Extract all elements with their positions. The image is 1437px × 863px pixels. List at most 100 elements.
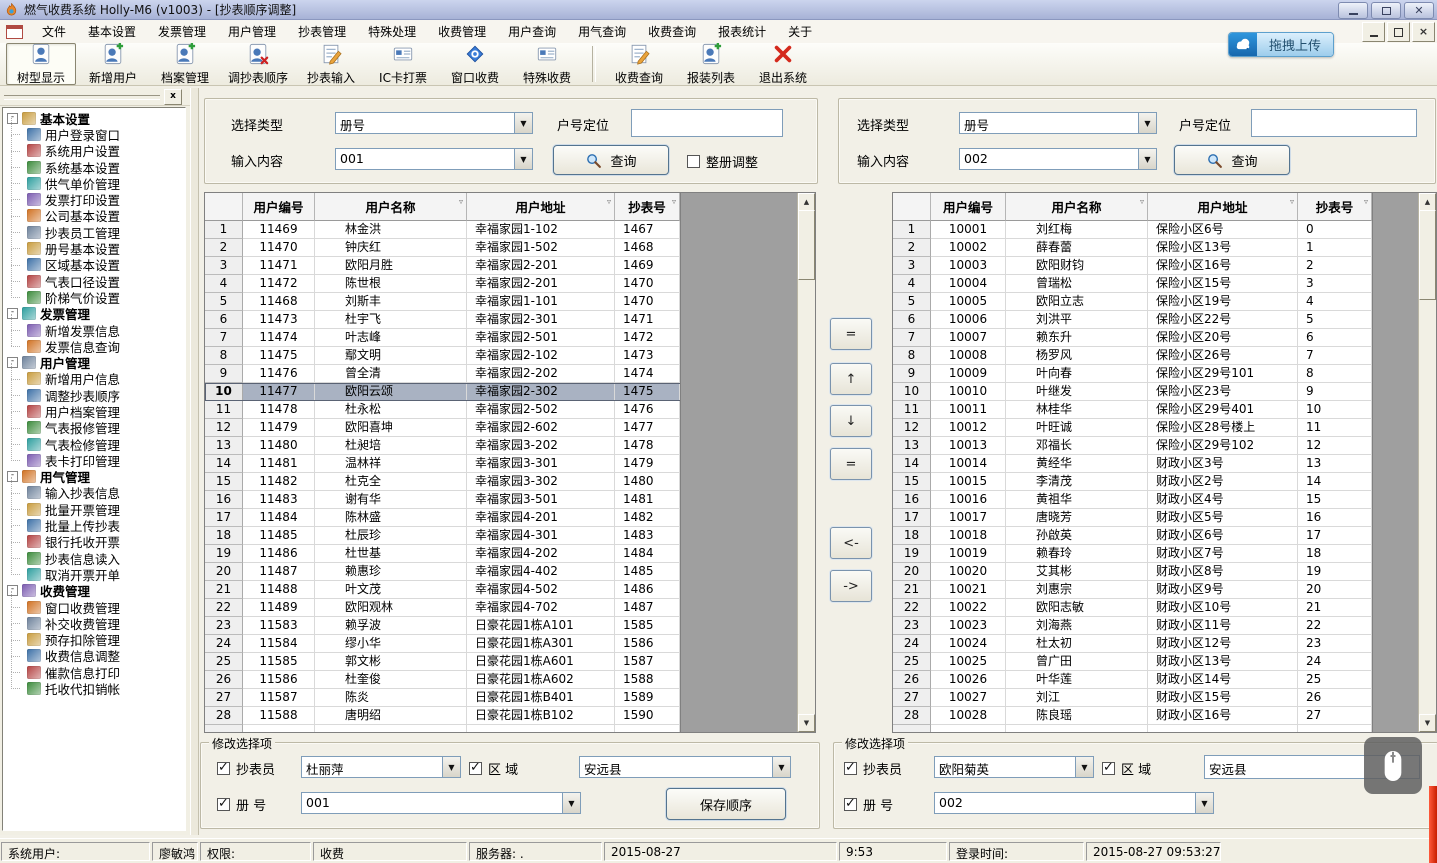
- tree-node[interactable]: 新增用户信息: [3, 371, 185, 387]
- column-header[interactable]: 用户名称▿: [315, 193, 467, 221]
- minimize-button[interactable]: [1338, 2, 1368, 19]
- left-table-scrollbar[interactable]: ▲ ▼: [797, 193, 815, 732]
- table-row[interactable]: 26 10026 叶华莲 财政小区14号 25: [893, 671, 1436, 689]
- tree-node[interactable]: 调整抄表顺序: [3, 387, 185, 403]
- close-button[interactable]: ✕: [1404, 2, 1434, 19]
- left-query-button[interactable]: 查询: [553, 145, 669, 175]
- toolbar-button[interactable]: 树型显示: [6, 43, 76, 85]
- scroll-up-icon[interactable]: ▲: [798, 193, 815, 211]
- move-equal-bottom-button[interactable]: =: [830, 448, 872, 480]
- child-minimize-button[interactable]: [1362, 22, 1385, 42]
- tree-node[interactable]: -收费管理: [3, 583, 185, 599]
- collapse-icon[interactable]: -: [7, 585, 18, 596]
- toolbar-button[interactable]: IC卡打票: [368, 43, 438, 85]
- table-row[interactable]: 22 10022 欧阳志敏 财政小区10号 21: [893, 599, 1436, 617]
- toolbar-button[interactable]: 新增用户: [78, 43, 148, 85]
- checkbox-checked-icon[interactable]: [217, 798, 230, 811]
- column-header[interactable]: 用户地址▿: [467, 193, 615, 221]
- right-book-combo[interactable]: 002▼: [934, 792, 1214, 814]
- table-row[interactable]: 27 10027 刘江 财政小区15号 26: [893, 689, 1436, 707]
- tree-node[interactable]: 窗口收费管理: [3, 599, 185, 615]
- move-down-button[interactable]: ↓: [830, 405, 872, 437]
- tree-node[interactable]: 抄表员工管理: [3, 224, 185, 240]
- table-row[interactable]: 14 10014 黄经华 财政小区3号 13: [893, 455, 1436, 473]
- table-row[interactable]: 8 10008 杨罗风 保险小区26号 7: [893, 347, 1436, 365]
- tree-node[interactable]: 批量上传抄表: [3, 517, 185, 533]
- table-row[interactable]: 3 10003 欧阳财钧 保险小区16号 2: [893, 257, 1436, 275]
- column-header[interactable]: [893, 193, 931, 221]
- tree-node[interactable]: 催款信息打印: [3, 664, 185, 680]
- menu-item[interactable]: 用户查询: [497, 20, 567, 43]
- checkbox-checked-icon[interactable]: [217, 762, 230, 775]
- table-row[interactable]: 23 10023 刘海燕 财政小区11号 22: [893, 617, 1436, 635]
- scrollbar-thumb[interactable]: [798, 210, 815, 280]
- column-header[interactable]: [205, 193, 243, 221]
- tree-node[interactable]: -基本设置: [3, 110, 185, 126]
- table-row[interactable]: 5 10005 欧阳立志 保险小区19号 4: [893, 293, 1436, 311]
- toolbar-button[interactable]: 档案管理: [150, 43, 220, 85]
- toolbar-button[interactable]: 报装列表: [676, 43, 746, 85]
- panel-splitter[interactable]: [190, 88, 199, 835]
- close-panel-icon[interactable]: x: [164, 89, 182, 105]
- tree-node[interactable]: 托收代扣销帐: [3, 680, 185, 696]
- checkbox-checked-icon[interactable]: [1102, 762, 1115, 775]
- save-order-button[interactable]: 保存顺序: [666, 788, 786, 820]
- table-row[interactable]: 20 10020 艾其彬 财政小区8号 19: [893, 563, 1436, 581]
- tree-node[interactable]: 发票信息查询: [3, 338, 185, 354]
- menu-item[interactable]: 收费查询: [637, 20, 707, 43]
- move-left-button[interactable]: <-: [830, 527, 872, 559]
- region-checkbox[interactable]: 区 域: [1102, 759, 1151, 778]
- checkbox-unchecked-icon[interactable]: [687, 155, 700, 168]
- collapse-icon[interactable]: -: [7, 471, 18, 482]
- column-header[interactable]: 抄表号▿: [615, 193, 680, 221]
- table-row[interactable]: 16 10016 黄祖华 财政小区4号 15: [893, 491, 1436, 509]
- tree-node[interactable]: 收费信息调整: [3, 648, 185, 664]
- tree-node[interactable]: 气表检修管理: [3, 436, 185, 452]
- right-table-scrollbar[interactable]: ▲ ▼: [1418, 193, 1436, 732]
- child-close-button[interactable]: ×: [1412, 22, 1435, 42]
- tree-node[interactable]: 银行托收开票: [3, 534, 185, 550]
- tree-node[interactable]: 用户档案管理: [3, 403, 185, 419]
- table-row[interactable]: 1 10001 刘红梅 保险小区6号 0: [893, 221, 1436, 239]
- tree-node[interactable]: 发票打印设置: [3, 191, 185, 207]
- tree-node[interactable]: 输入抄表信息: [3, 485, 185, 501]
- menu-item[interactable]: 发票管理: [147, 20, 217, 43]
- move-up-button[interactable]: ↑: [830, 363, 872, 395]
- tree-node[interactable]: 补交收费管理: [3, 615, 185, 631]
- scroll-up-icon[interactable]: ▲: [1419, 193, 1436, 211]
- collapse-icon[interactable]: -: [7, 357, 18, 368]
- child-restore-button[interactable]: [1387, 22, 1410, 42]
- table-row[interactable]: 28 10028 陈良瑶 财政小区16号 27: [893, 707, 1436, 725]
- left-reader-combo[interactable]: 杜丽萍▼: [301, 756, 461, 778]
- table-row[interactable]: 21 10021 刘惠宗 财政小区9号 20: [893, 581, 1436, 599]
- tree-node[interactable]: 表卡打印管理: [3, 452, 185, 468]
- book-checkbox[interactable]: 册 号: [217, 795, 266, 814]
- table-row[interactable]: 17 10017 唐晓芳 财政小区5号 16: [893, 509, 1436, 527]
- toolbar-button[interactable]: 窗口收费: [440, 43, 510, 85]
- tree-node[interactable]: 取消开票开单: [3, 566, 185, 582]
- book-checkbox[interactable]: 册 号: [844, 795, 893, 814]
- menu-item[interactable]: 抄表管理: [287, 20, 357, 43]
- column-header[interactable]: 抄表号▿: [1298, 193, 1372, 221]
- region-checkbox[interactable]: 区 域: [469, 759, 518, 778]
- tree-node[interactable]: 气表报修管理: [3, 420, 185, 436]
- tree-node[interactable]: 批量开票管理: [3, 501, 185, 517]
- tree-node[interactable]: 系统用户设置: [3, 143, 185, 159]
- column-header[interactable]: 用户地址▿: [1148, 193, 1298, 221]
- table-row[interactable]: 25 10025 曾广田 财政小区13号 24: [893, 653, 1436, 671]
- right-input-combo[interactable]: 002▼: [959, 148, 1157, 170]
- checkbox-checked-icon[interactable]: [844, 798, 857, 811]
- tree-node[interactable]: 册号基本设置: [3, 240, 185, 256]
- checkbox-checked-icon[interactable]: [844, 762, 857, 775]
- table-row[interactable]: 6 10006 刘洪平 保险小区22号 5: [893, 311, 1436, 329]
- left-region-combo[interactable]: 安远县▼: [579, 756, 791, 778]
- right-reader-combo[interactable]: 欧阳菊英▼: [934, 756, 1094, 778]
- right-locate-input[interactable]: [1251, 109, 1417, 137]
- tree-node[interactable]: -发票管理: [3, 306, 185, 322]
- table-row[interactable]: 2 10002 薛春蕾 保险小区13号 1: [893, 239, 1436, 257]
- column-header[interactable]: 用户编号: [243, 193, 315, 221]
- menu-item[interactable]: 报表统计: [707, 20, 777, 43]
- tree-node[interactable]: 阶梯气价设置: [3, 289, 185, 305]
- tree-node[interactable]: 用户登录窗口: [3, 126, 185, 142]
- table-row[interactable]: 19 10019 赖春玲 财政小区7号 18: [893, 545, 1436, 563]
